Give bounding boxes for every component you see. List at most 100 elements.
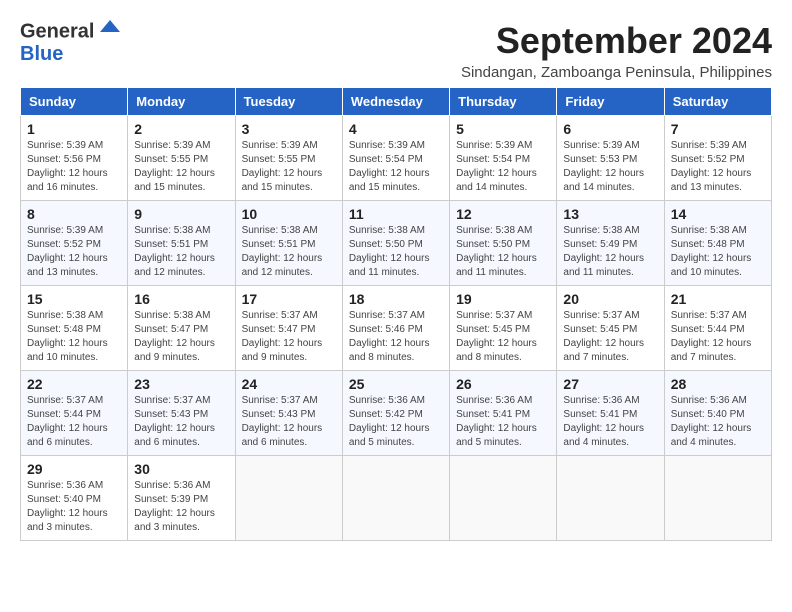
calendar-day-cell: 14Sunrise: 5:38 AMSunset: 5:48 PMDayligh… bbox=[664, 201, 771, 286]
day-info: Sunrise: 5:37 AMSunset: 5:45 PMDaylight:… bbox=[456, 309, 550, 365]
calendar-week-4: 22 Sunrise: 5:37 AMSunset: 5:44 PMDayligh… bbox=[21, 371, 772, 456]
day-info: Sunrise: 5:39 AMSunset: 5:54 PMDaylight:… bbox=[349, 139, 443, 195]
title-area: September 2024 Sindangan, Zamboanga Peni… bbox=[461, 20, 772, 81]
day-number: 4 bbox=[349, 121, 443, 137]
calendar-day-cell: 10Sunrise: 5:38 AMSunset: 5:51 PMDayligh… bbox=[235, 201, 342, 286]
day-number: 22 bbox=[27, 376, 121, 392]
weekday-header-sunday: Sunday bbox=[21, 88, 128, 116]
calendar-day-cell: 6 Sunrise: 5:39 AMSunset: 5:53 PMDaylight… bbox=[557, 116, 664, 201]
logo-general: General bbox=[20, 20, 94, 42]
day-number: 17 bbox=[242, 291, 336, 307]
day-info: Sunrise: 5:38 AMSunset: 5:48 PMDaylight:… bbox=[27, 309, 121, 365]
calendar-week-5: 29 Sunrise: 5:36 AMSunset: 5:40 PMDayligh… bbox=[21, 456, 772, 541]
day-number: 30 bbox=[134, 461, 228, 477]
day-number: 12 bbox=[456, 206, 550, 222]
page-header: General Blue September 2024 Sindangan, Z… bbox=[20, 20, 772, 81]
day-info: Sunrise: 5:38 AMSunset: 5:50 PMDaylight:… bbox=[349, 224, 443, 280]
weekday-header-wednesday: Wednesday bbox=[342, 88, 449, 116]
day-info: Sunrise: 5:36 AMSunset: 5:40 PMDaylight:… bbox=[27, 479, 121, 535]
day-info: Sunrise: 5:37 AMSunset: 5:44 PMDaylight:… bbox=[27, 394, 121, 450]
day-info: Sunrise: 5:36 AMSunset: 5:39 PMDaylight:… bbox=[134, 479, 228, 535]
day-info: Sunrise: 5:37 AMSunset: 5:43 PMDaylight:… bbox=[242, 394, 336, 450]
day-number: 7 bbox=[671, 121, 765, 137]
calendar-day-cell: 29 Sunrise: 5:36 AMSunset: 5:40 PMDayligh… bbox=[21, 456, 128, 541]
calendar-day-cell: 26 Sunrise: 5:36 AMSunset: 5:41 PMDayligh… bbox=[450, 371, 557, 456]
calendar-day-cell: 16Sunrise: 5:38 AMSunset: 5:47 PMDayligh… bbox=[128, 286, 235, 371]
day-number: 26 bbox=[456, 376, 550, 392]
day-number: 1 bbox=[27, 121, 121, 137]
day-number: 25 bbox=[349, 376, 443, 392]
day-number: 20 bbox=[563, 291, 657, 307]
calendar-day-cell: 2 Sunrise: 5:39 AMSunset: 5:55 PMDaylight… bbox=[128, 116, 235, 201]
calendar-week-1: 1 Sunrise: 5:39 AMSunset: 5:56 PMDaylight… bbox=[21, 116, 772, 201]
calendar-header-row: SundayMondayTuesdayWednesdayThursdayFrid… bbox=[21, 88, 772, 116]
day-info: Sunrise: 5:39 AMSunset: 5:54 PMDaylight:… bbox=[456, 139, 550, 195]
day-number: 18 bbox=[349, 291, 443, 307]
day-number: 23 bbox=[134, 376, 228, 392]
day-info: Sunrise: 5:36 AMSunset: 5:42 PMDaylight:… bbox=[349, 394, 443, 450]
calendar-day-cell: 27 Sunrise: 5:36 AMSunset: 5:41 PMDayligh… bbox=[557, 371, 664, 456]
calendar-day-cell: 3Sunrise: 5:39 AMSunset: 5:55 PMDaylight… bbox=[235, 116, 342, 201]
calendar-day-cell: 13Sunrise: 5:38 AMSunset: 5:49 PMDayligh… bbox=[557, 201, 664, 286]
weekday-header-monday: Monday bbox=[128, 88, 235, 116]
calendar-day-cell: 25 Sunrise: 5:36 AMSunset: 5:42 PMDayligh… bbox=[342, 371, 449, 456]
calendar-day-cell: 19Sunrise: 5:37 AMSunset: 5:45 PMDayligh… bbox=[450, 286, 557, 371]
day-info: Sunrise: 5:38 AMSunset: 5:49 PMDaylight:… bbox=[563, 224, 657, 280]
day-info: Sunrise: 5:38 AMSunset: 5:51 PMDaylight:… bbox=[134, 224, 228, 280]
calendar-day-cell: 24 Sunrise: 5:37 AMSunset: 5:43 PMDayligh… bbox=[235, 371, 342, 456]
day-info: Sunrise: 5:39 AMSunset: 5:53 PMDaylight:… bbox=[563, 139, 657, 195]
day-number: 27 bbox=[563, 376, 657, 392]
subtitle: Sindangan, Zamboanga Peninsula, Philippi… bbox=[461, 64, 772, 81]
calendar-day-cell: 18 Sunrise: 5:37 AMSunset: 5:46 PMDayligh… bbox=[342, 286, 449, 371]
day-info: Sunrise: 5:39 AMSunset: 5:55 PMDaylight:… bbox=[134, 139, 228, 195]
calendar-week-2: 8 Sunrise: 5:39 AMSunset: 5:52 PMDaylight… bbox=[21, 201, 772, 286]
day-info: Sunrise: 5:37 AMSunset: 5:46 PMDaylight:… bbox=[349, 309, 443, 365]
day-info: Sunrise: 5:39 AMSunset: 5:56 PMDaylight:… bbox=[27, 139, 121, 195]
calendar-week-3: 15 Sunrise: 5:38 AMSunset: 5:48 PMDayligh… bbox=[21, 286, 772, 371]
calendar-day-cell: 30 Sunrise: 5:36 AMSunset: 5:39 PMDayligh… bbox=[128, 456, 235, 541]
calendar-day-cell: 22 Sunrise: 5:37 AMSunset: 5:44 PMDayligh… bbox=[21, 371, 128, 456]
calendar-day-cell: 12 Sunrise: 5:38 AMSunset: 5:50 PMDayligh… bbox=[450, 201, 557, 286]
calendar-day-cell: 28Sunrise: 5:36 AMSunset: 5:40 PMDayligh… bbox=[664, 371, 771, 456]
day-info: Sunrise: 5:36 AMSunset: 5:41 PMDaylight:… bbox=[563, 394, 657, 450]
logo-blue: Blue bbox=[20, 43, 63, 65]
day-info: Sunrise: 5:38 AMSunset: 5:50 PMDaylight:… bbox=[456, 224, 550, 280]
calendar-body: 1 Sunrise: 5:39 AMSunset: 5:56 PMDaylight… bbox=[21, 116, 772, 541]
calendar-day-cell bbox=[235, 456, 342, 541]
calendar-day-cell: 8 Sunrise: 5:39 AMSunset: 5:52 PMDaylight… bbox=[21, 201, 128, 286]
day-info: Sunrise: 5:36 AMSunset: 5:40 PMDaylight:… bbox=[671, 394, 765, 450]
day-number: 15 bbox=[27, 291, 121, 307]
weekday-header-friday: Friday bbox=[557, 88, 664, 116]
day-number: 29 bbox=[27, 461, 121, 477]
day-info: Sunrise: 5:39 AMSunset: 5:52 PMDaylight:… bbox=[27, 224, 121, 280]
day-info: Sunrise: 5:38 AMSunset: 5:51 PMDaylight:… bbox=[242, 224, 336, 280]
calendar-day-cell: 4 Sunrise: 5:39 AMSunset: 5:54 PMDaylight… bbox=[342, 116, 449, 201]
day-number: 24 bbox=[242, 376, 336, 392]
day-number: 8 bbox=[27, 206, 121, 222]
weekday-header-thursday: Thursday bbox=[450, 88, 557, 116]
logo: General Blue bbox=[20, 20, 120, 64]
day-number: 6 bbox=[563, 121, 657, 137]
day-number: 2 bbox=[134, 121, 228, 137]
day-number: 5 bbox=[456, 121, 550, 137]
calendar-day-cell: 23 Sunrise: 5:37 AMSunset: 5:43 PMDayligh… bbox=[128, 371, 235, 456]
day-info: Sunrise: 5:37 AMSunset: 5:47 PMDaylight:… bbox=[242, 309, 336, 365]
calendar-day-cell: 15 Sunrise: 5:38 AMSunset: 5:48 PMDayligh… bbox=[21, 286, 128, 371]
month-title: September 2024 bbox=[461, 20, 772, 62]
logo-bird-icon bbox=[100, 20, 120, 44]
day-info: Sunrise: 5:36 AMSunset: 5:41 PMDaylight:… bbox=[456, 394, 550, 450]
calendar-day-cell: 11Sunrise: 5:38 AMSunset: 5:50 PMDayligh… bbox=[342, 201, 449, 286]
calendar-day-cell: 20Sunrise: 5:37 AMSunset: 5:45 PMDayligh… bbox=[557, 286, 664, 371]
day-info: Sunrise: 5:39 AMSunset: 5:55 PMDaylight:… bbox=[242, 139, 336, 195]
calendar-day-cell bbox=[664, 456, 771, 541]
calendar-day-cell: 9Sunrise: 5:38 AMSunset: 5:51 PMDaylight… bbox=[128, 201, 235, 286]
day-number: 21 bbox=[671, 291, 765, 307]
day-info: Sunrise: 5:38 AMSunset: 5:48 PMDaylight:… bbox=[671, 224, 765, 280]
calendar-day-cell bbox=[557, 456, 664, 541]
day-info: Sunrise: 5:39 AMSunset: 5:52 PMDaylight:… bbox=[671, 139, 765, 195]
calendar-day-cell bbox=[342, 456, 449, 541]
weekday-header-tuesday: Tuesday bbox=[235, 88, 342, 116]
day-info: Sunrise: 5:37 AMSunset: 5:43 PMDaylight:… bbox=[134, 394, 228, 450]
calendar-day-cell: 21Sunrise: 5:37 AMSunset: 5:44 PMDayligh… bbox=[664, 286, 771, 371]
calendar-day-cell: 7 Sunrise: 5:39 AMSunset: 5:52 PMDaylight… bbox=[664, 116, 771, 201]
